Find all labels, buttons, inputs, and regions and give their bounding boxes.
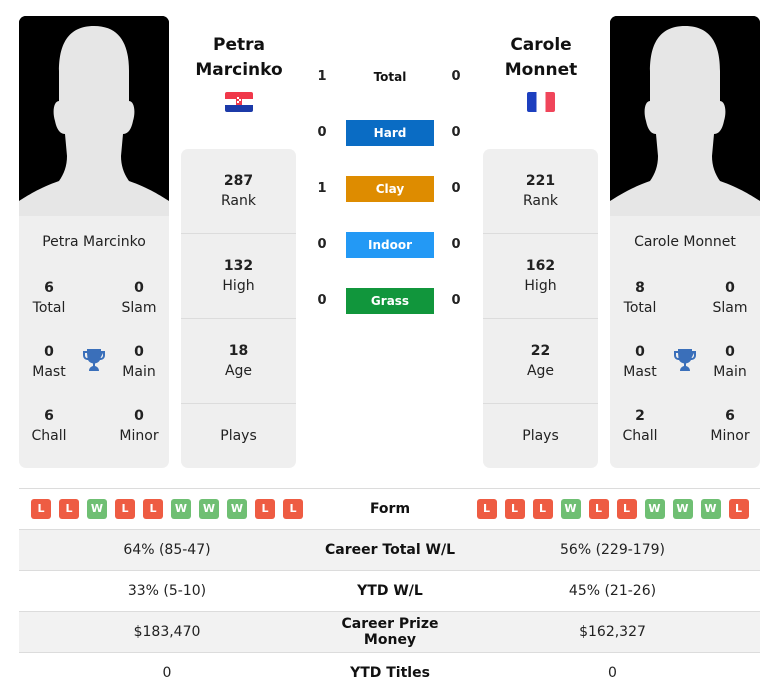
avatar-silhouette-icon [610, 16, 760, 216]
form-badge-loss[interactable]: L [588, 499, 609, 519]
form-badge-loss[interactable]: L [255, 499, 275, 519]
player-photo-right [610, 16, 760, 216]
plays-right: Plays [522, 428, 559, 444]
player-name-right: Carole Monnet [634, 234, 736, 250]
h2h-hard: 0 Hard 0 [310, 120, 470, 146]
form-badge-loss[interactable]: L [283, 499, 303, 519]
form-badge-win[interactable]: W [644, 499, 665, 519]
form-row: LLWLLWWWLL Form LLLWLLWWWL [19, 488, 760, 529]
player-name-left: Petra Marcinko [42, 234, 146, 250]
form-badge-win[interactable]: W [87, 499, 107, 519]
titles-total-left: 6 Total [32, 280, 66, 316]
player-photo-left [19, 16, 169, 216]
form-badge-loss[interactable]: L [115, 499, 135, 519]
form-right: LLLWLLWWWL [465, 499, 760, 519]
high-left: 132 High [181, 234, 296, 319]
form-badge-loss[interactable]: L [504, 499, 525, 519]
titles-chall-left: 6 Chall [31, 408, 67, 444]
career-wl-right: 56% (229-179) [560, 542, 665, 558]
player-heading-left[interactable]: Petra Marcinko [169, 33, 309, 83]
titles-mast-left: 0 Mast [32, 344, 66, 380]
form-badge-loss[interactable]: L [616, 499, 637, 519]
prize-money-left: $183,470 [133, 624, 201, 640]
prize-money-right: $162,327 [579, 624, 646, 640]
ytd-wl-label: YTD W/L [357, 583, 423, 599]
croatia-flag-icon [225, 92, 253, 112]
h2h-total: 1 Total 0 [310, 64, 470, 90]
form-badge-loss[interactable]: L [532, 499, 553, 519]
avatar-silhouette-icon [19, 16, 169, 216]
ytd-titles-row: 0 YTD Titles 0 [19, 652, 760, 693]
h2h-indoor: 0 Indoor 0 [310, 232, 470, 258]
titles-slam-left: 0 Slam [121, 280, 157, 316]
titles-chall-right: 2 Chall [622, 408, 658, 444]
comparison-table: LLWLLWWWLL Form LLLWLLWWWL 64% (85-47) C… [19, 488, 760, 693]
career-wl-left: 64% (85-47) [123, 542, 211, 558]
form-badge-win[interactable]: W [672, 499, 693, 519]
ytd-wl-row: 33% (5-10) YTD W/L 45% (21-26) [19, 570, 760, 611]
titles-minor-left: 0 Minor [119, 408, 159, 444]
plays-left: Plays [220, 428, 257, 444]
rank-right: 221 Rank [483, 149, 598, 234]
france-flag-icon [527, 92, 555, 112]
titles-mast-right: 0 Mast [623, 344, 657, 380]
form-badge-win[interactable]: W [199, 499, 219, 519]
form-badge-loss[interactable]: L [728, 499, 749, 519]
surface-indoor-badge: Indoor [346, 232, 434, 258]
stats-column-right: 221 Rank 162 High 22 Age Plays [483, 149, 598, 468]
form-badge-loss[interactable]: L [476, 499, 497, 519]
ytd-wl-left: 33% (5-10) [127, 583, 207, 599]
ytd-titles-right: 0 [608, 665, 617, 681]
titles-main-right: 0 Main [713, 344, 747, 380]
titles-minor-right: 6 Minor [710, 408, 750, 444]
form-left: LLWLLWWWLL [19, 499, 315, 519]
form-badge-win[interactable]: W [560, 499, 581, 519]
age-left: 18 Age [181, 319, 296, 404]
stats-column-left: 287 Rank 132 High 18 Age Plays [181, 149, 296, 468]
player-heading-right[interactable]: Carole Monnet [471, 33, 611, 83]
player-card-right: Carole Monnet 8 Total 0 Slam 0 Mast 0 Main 2… [610, 16, 760, 468]
career-wl-row: 64% (85-47) Career Total W/L 56% (229-17… [19, 529, 760, 570]
prize-money-label: Career Prize Money [341, 616, 439, 648]
ytd-titles-label: YTD Titles [350, 665, 430, 681]
form-badge-win[interactable]: W [171, 499, 191, 519]
high-right: 162 High [483, 234, 598, 319]
form-badge-loss[interactable]: L [59, 499, 79, 519]
trophy-icon [83, 349, 105, 371]
surface-grass-badge: Grass [346, 288, 434, 314]
titles-slam-right: 0 Slam [712, 280, 748, 316]
titles-main-left: 0 Main [122, 344, 156, 380]
surface-clay-badge: Clay [346, 176, 434, 202]
form-label: Form [369, 501, 411, 517]
ytd-titles-left: 0 [162, 665, 172, 681]
h2h-label-total: Total [373, 70, 407, 84]
form-badge-win[interactable]: W [227, 499, 247, 519]
age-right: 22 Age [483, 319, 598, 404]
rank-left: 287 Rank [181, 149, 296, 234]
form-badge-win[interactable]: W [700, 499, 721, 519]
career-wl-label: Career Total W/L [325, 542, 455, 558]
titles-total-right: 8 Total [623, 280, 657, 316]
player-card-left: Petra Marcinko 6 Total 0 Slam 0 Mast 0 Main … [19, 16, 169, 468]
surface-hard-badge: Hard [346, 120, 434, 146]
h2h-grass: 0 Grass 0 [310, 288, 470, 314]
trophy-icon [674, 349, 696, 371]
form-badge-loss[interactable]: L [143, 499, 163, 519]
h2h-clay: 1 Clay 0 [310, 176, 470, 202]
form-badge-loss[interactable]: L [31, 499, 51, 519]
prize-money-row: $183,470 Career Prize Money $162,327 [19, 611, 760, 652]
ytd-wl-right: 45% (21-26) [568, 583, 657, 599]
